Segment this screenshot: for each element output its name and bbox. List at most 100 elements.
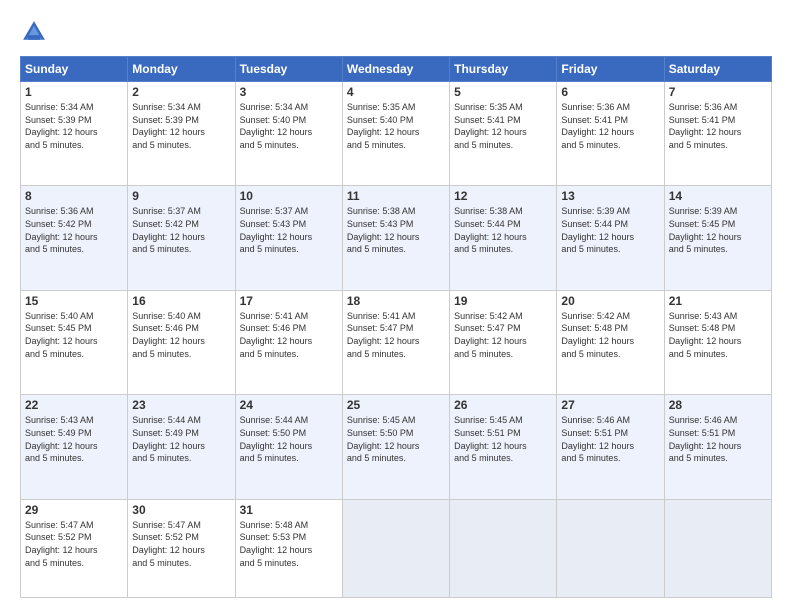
day-number: 5 [454,85,552,99]
cell-info: Sunrise: 5:44 AM Sunset: 5:49 PM Dayligh… [132,414,230,464]
cell-info: Sunrise: 5:34 AM Sunset: 5:39 PM Dayligh… [25,101,123,151]
day-number: 31 [240,503,338,517]
calendar-week-1: 1 Sunrise: 5:34 AM Sunset: 5:39 PM Daylig… [21,82,772,186]
weekday-header-tuesday: Tuesday [235,57,342,82]
weekday-header-saturday: Saturday [664,57,771,82]
calendar-week-3: 15 Sunrise: 5:40 AM Sunset: 5:45 PM Dayli… [21,290,772,394]
day-number: 9 [132,189,230,203]
cell-info: Sunrise: 5:47 AM Sunset: 5:52 PM Dayligh… [25,519,123,569]
calendar-cell: 9 Sunrise: 5:37 AM Sunset: 5:42 PM Daylig… [128,186,235,290]
calendar-cell: 5 Sunrise: 5:35 AM Sunset: 5:41 PM Daylig… [450,82,557,186]
calendar-cell: 17 Sunrise: 5:41 AM Sunset: 5:46 PM Dayli… [235,290,342,394]
cell-info: Sunrise: 5:35 AM Sunset: 5:41 PM Dayligh… [454,101,552,151]
cell-info: Sunrise: 5:42 AM Sunset: 5:48 PM Dayligh… [561,310,659,360]
day-number: 22 [25,398,123,412]
day-number: 12 [454,189,552,203]
calendar-cell: 23 Sunrise: 5:44 AM Sunset: 5:49 PM Dayli… [128,395,235,499]
day-number: 6 [561,85,659,99]
day-number: 26 [454,398,552,412]
logo-icon [20,18,48,46]
weekday-header-monday: Monday [128,57,235,82]
cell-info: Sunrise: 5:38 AM Sunset: 5:44 PM Dayligh… [454,205,552,255]
day-number: 29 [25,503,123,517]
day-number: 2 [132,85,230,99]
cell-info: Sunrise: 5:34 AM Sunset: 5:39 PM Dayligh… [132,101,230,151]
cell-info: Sunrise: 5:36 AM Sunset: 5:42 PM Dayligh… [25,205,123,255]
day-number: 19 [454,294,552,308]
day-number: 27 [561,398,659,412]
day-number: 4 [347,85,445,99]
calendar-cell: 6 Sunrise: 5:36 AM Sunset: 5:41 PM Daylig… [557,82,664,186]
cell-info: Sunrise: 5:39 AM Sunset: 5:44 PM Dayligh… [561,205,659,255]
calendar-cell: 18 Sunrise: 5:41 AM Sunset: 5:47 PM Dayli… [342,290,449,394]
calendar-cell [342,499,449,597]
weekday-header-wednesday: Wednesday [342,57,449,82]
cell-info: Sunrise: 5:43 AM Sunset: 5:48 PM Dayligh… [669,310,767,360]
calendar-cell: 4 Sunrise: 5:35 AM Sunset: 5:40 PM Daylig… [342,82,449,186]
cell-info: Sunrise: 5:41 AM Sunset: 5:46 PM Dayligh… [240,310,338,360]
calendar-cell [557,499,664,597]
day-number: 15 [25,294,123,308]
calendar-cell: 20 Sunrise: 5:42 AM Sunset: 5:48 PM Dayli… [557,290,664,394]
calendar-cell: 24 Sunrise: 5:44 AM Sunset: 5:50 PM Dayli… [235,395,342,499]
calendar-cell: 19 Sunrise: 5:42 AM Sunset: 5:47 PM Dayli… [450,290,557,394]
cell-info: Sunrise: 5:38 AM Sunset: 5:43 PM Dayligh… [347,205,445,255]
cell-info: Sunrise: 5:45 AM Sunset: 5:50 PM Dayligh… [347,414,445,464]
calendar-cell: 16 Sunrise: 5:40 AM Sunset: 5:46 PM Dayli… [128,290,235,394]
cell-info: Sunrise: 5:47 AM Sunset: 5:52 PM Dayligh… [132,519,230,569]
calendar-cell [664,499,771,597]
day-number: 23 [132,398,230,412]
calendar-cell: 8Sunrise: 5:36 AM Sunset: 5:42 PM Daylig… [21,186,128,290]
cell-info: Sunrise: 5:40 AM Sunset: 5:46 PM Dayligh… [132,310,230,360]
calendar-cell: 10Sunrise: 5:37 AM Sunset: 5:43 PM Dayli… [235,186,342,290]
cell-info: Sunrise: 5:35 AM Sunset: 5:40 PM Dayligh… [347,101,445,151]
calendar-cell: 27 Sunrise: 5:46 AM Sunset: 5:51 PM Dayli… [557,395,664,499]
day-number: 24 [240,398,338,412]
cell-info: Sunrise: 5:45 AM Sunset: 5:51 PM Dayligh… [454,414,552,464]
day-number: 18 [347,294,445,308]
calendar-week-5: 29 Sunrise: 5:47 AM Sunset: 5:52 PM Dayli… [21,499,772,597]
cell-info: Sunrise: 5:40 AM Sunset: 5:45 PM Dayligh… [25,310,123,360]
day-number: 7 [669,85,767,99]
calendar-cell: 15 Sunrise: 5:40 AM Sunset: 5:45 PM Dayli… [21,290,128,394]
calendar-cell: 3Sunrise: 5:34 AM Sunset: 5:40 PM Daylig… [235,82,342,186]
day-number: 14 [669,189,767,203]
cell-info: Sunrise: 5:48 AM Sunset: 5:53 PM Dayligh… [240,519,338,569]
day-number: 17 [240,294,338,308]
cell-info: Sunrise: 5:43 AM Sunset: 5:49 PM Dayligh… [25,414,123,464]
calendar-cell: 30 Sunrise: 5:47 AM Sunset: 5:52 PM Dayli… [128,499,235,597]
day-number: 20 [561,294,659,308]
cell-info: Sunrise: 5:37 AM Sunset: 5:42 PM Dayligh… [132,205,230,255]
cell-info: Sunrise: 5:46 AM Sunset: 5:51 PM Dayligh… [561,414,659,464]
day-number: 28 [669,398,767,412]
day-number: 30 [132,503,230,517]
cell-info: Sunrise: 5:36 AM Sunset: 5:41 PM Dayligh… [669,101,767,151]
page: SundayMondayTuesdayWednesdayThursdayFrid… [0,0,792,612]
weekday-header-friday: Friday [557,57,664,82]
cell-info: Sunrise: 5:42 AM Sunset: 5:47 PM Dayligh… [454,310,552,360]
calendar-cell: 13 Sunrise: 5:39 AM Sunset: 5:44 PM Dayli… [557,186,664,290]
calendar-cell: 26 Sunrise: 5:45 AM Sunset: 5:51 PM Dayli… [450,395,557,499]
calendar-cell: 11Sunrise: 5:38 AM Sunset: 5:43 PM Dayli… [342,186,449,290]
day-number: 21 [669,294,767,308]
calendar-table: SundayMondayTuesdayWednesdayThursdayFrid… [20,56,772,598]
day-number: 1 [25,85,123,99]
calendar-cell: 21 Sunrise: 5:43 AM Sunset: 5:48 PM Dayli… [664,290,771,394]
calendar-cell: 31 Sunrise: 5:48 AM Sunset: 5:53 PM Dayli… [235,499,342,597]
cell-info: Sunrise: 5:36 AM Sunset: 5:41 PM Dayligh… [561,101,659,151]
calendar-cell: 7 Sunrise: 5:36 AM Sunset: 5:41 PM Daylig… [664,82,771,186]
day-number: 13 [561,189,659,203]
calendar-header-row: SundayMondayTuesdayWednesdayThursdayFrid… [21,57,772,82]
header [20,18,772,46]
calendar-cell [450,499,557,597]
cell-info: Sunrise: 5:41 AM Sunset: 5:47 PM Dayligh… [347,310,445,360]
day-number: 10 [240,189,338,203]
day-number: 16 [132,294,230,308]
calendar-cell: 14Sunrise: 5:39 AM Sunset: 5:45 PM Dayli… [664,186,771,290]
calendar-cell: 29 Sunrise: 5:47 AM Sunset: 5:52 PM Dayli… [21,499,128,597]
calendar-cell: 25Sunrise: 5:45 AM Sunset: 5:50 PM Dayli… [342,395,449,499]
cell-info: Sunrise: 5:34 AM Sunset: 5:40 PM Dayligh… [240,101,338,151]
weekday-header-sunday: Sunday [21,57,128,82]
cell-info: Sunrise: 5:44 AM Sunset: 5:50 PM Dayligh… [240,414,338,464]
calendar-cell: 2 Sunrise: 5:34 AM Sunset: 5:39 PM Daylig… [128,82,235,186]
